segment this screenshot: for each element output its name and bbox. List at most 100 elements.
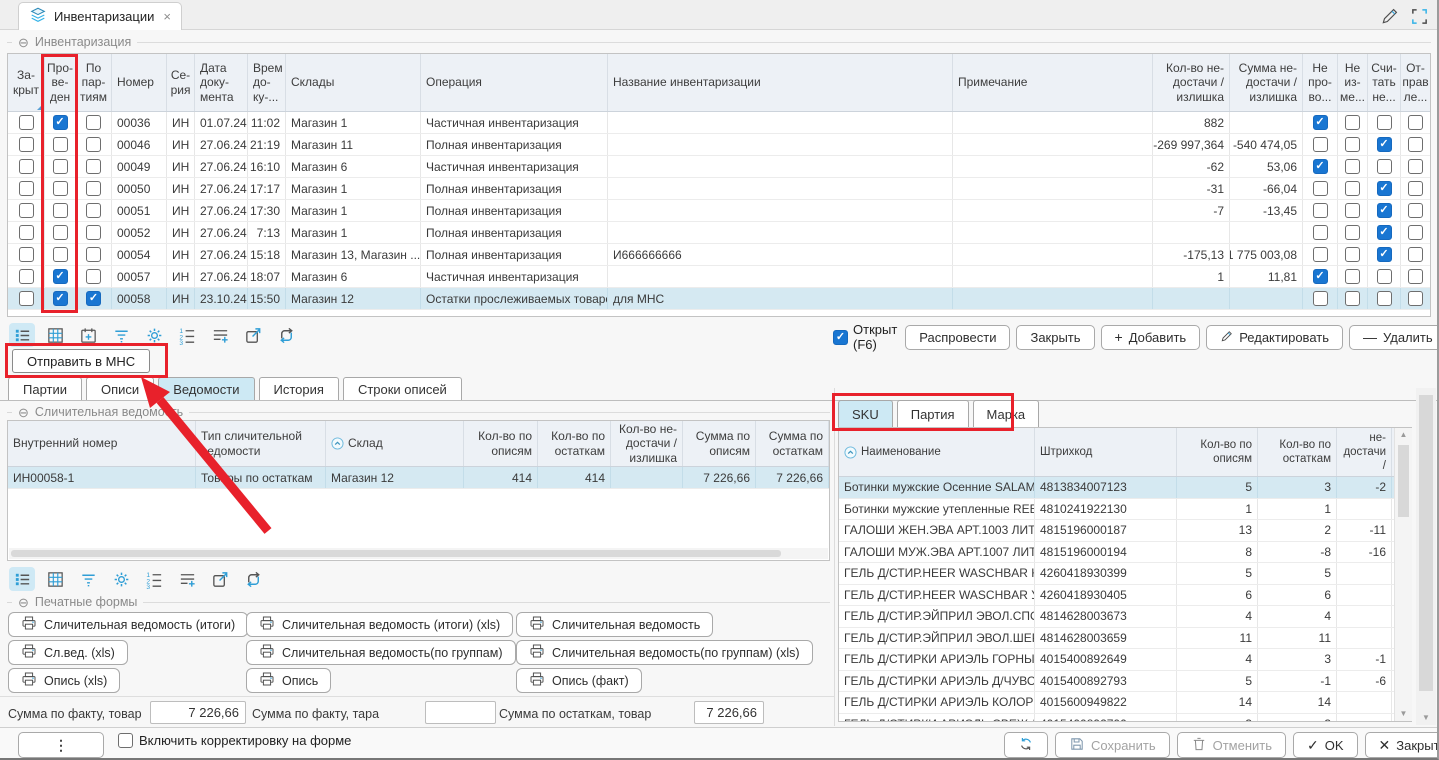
- checkbox[interactable]: [1313, 137, 1328, 152]
- send-to-mns-button[interactable]: Отправить в МНС: [12, 349, 150, 373]
- checkbox[interactable]: [1345, 225, 1360, 240]
- checkbox[interactable]: [53, 159, 68, 174]
- column-header[interactable]: Кол-во по описям: [1177, 428, 1258, 476]
- sku-tab-2[interactable]: Марка: [973, 400, 1040, 427]
- checkbox[interactable]: ✓: [53, 115, 68, 130]
- add-list-icon[interactable]: [207, 323, 233, 347]
- print-button[interactable]: Сл.вед. (xls): [8, 640, 128, 665]
- checkbox[interactable]: ✓: [1377, 225, 1392, 240]
- numbered-list-icon[interactable]: 123: [141, 567, 167, 591]
- checkbox[interactable]: ✓: [1313, 115, 1328, 130]
- checkbox[interactable]: [1345, 115, 1360, 130]
- checkbox[interactable]: ✓: [53, 269, 68, 284]
- scroll-down-icon[interactable]: ▼: [1395, 707, 1412, 721]
- checkbox[interactable]: [1408, 159, 1423, 174]
- balance-goods-input[interactable]: 7 226,66: [694, 701, 764, 724]
- table-row[interactable]: ГЕЛЬ Д/СТИР.HEER WASCHBAR КОЛ...42604189…: [839, 563, 1411, 585]
- column-header[interactable]: Не про- во...: [1303, 54, 1338, 111]
- checkbox[interactable]: [1345, 291, 1360, 306]
- column-header[interactable]: Тип сличительной ведомости: [196, 421, 326, 466]
- table-row[interactable]: ✓✓00058ИН23.10.2415:50Магазин 12Остатки …: [8, 288, 1430, 310]
- detail-tab-4[interactable]: Строки описей: [343, 377, 462, 400]
- table-row[interactable]: ✓00057ИН27.06.2418:07Магазин 6Частичная …: [8, 266, 1430, 288]
- column-header[interactable]: Склады: [286, 54, 421, 111]
- checkbox[interactable]: [86, 115, 101, 130]
- grid-icon[interactable]: [42, 567, 68, 591]
- checkbox[interactable]: ✓: [1377, 203, 1392, 218]
- add-button[interactable]: +Добавить: [1101, 325, 1201, 350]
- checkbox[interactable]: ✓: [53, 291, 68, 306]
- table-row[interactable]: 00049ИН27.06.2416:10Магазин 6Частичная и…: [8, 156, 1430, 178]
- fact-tare-input[interactable]: [425, 701, 496, 724]
- close-document-button[interactable]: Закрыть: [1016, 325, 1094, 350]
- checkbox[interactable]: [1377, 159, 1392, 174]
- checkbox[interactable]: [86, 269, 101, 284]
- checkbox[interactable]: [19, 247, 34, 262]
- tab-close-icon[interactable]: ×: [163, 9, 171, 24]
- checkbox[interactable]: [1313, 225, 1328, 240]
- column-header[interactable]: Кол-во по остаткам: [538, 421, 611, 466]
- checkbox[interactable]: [53, 203, 68, 218]
- grid-icon[interactable]: [42, 323, 68, 347]
- checkbox[interactable]: ✓: [833, 330, 848, 345]
- print-button[interactable]: Сличительная ведомость(по группам) (xls): [516, 640, 813, 665]
- settings-icon[interactable]: [141, 323, 167, 347]
- column-header[interactable]: Кол-во по описям: [464, 421, 538, 466]
- table-row[interactable]: ГАЛОШИ ЖЕН.ЭВА АРТ.1003 ЛИТЕКС4815196000…: [839, 520, 1411, 542]
- checkbox[interactable]: [1377, 115, 1392, 130]
- refresh-icon[interactable]: [273, 323, 299, 347]
- checkbox[interactable]: [1345, 203, 1360, 218]
- settings-icon[interactable]: [108, 567, 134, 591]
- checkbox[interactable]: [1313, 203, 1328, 218]
- column-header[interactable]: За- крыт: [8, 54, 45, 111]
- checkbox[interactable]: [1408, 203, 1423, 218]
- column-header[interactable]: Кол-во не- достачи / излишка: [611, 421, 683, 466]
- table-row[interactable]: ГЕЛЬ Д/СТИРКИ АРИЭЛЬ СВЕЖ.ЛЕН...40154008…: [839, 714, 1411, 723]
- checkbox[interactable]: [1408, 181, 1423, 196]
- print-button[interactable]: Опись (xls): [8, 668, 120, 693]
- checkbox[interactable]: [19, 225, 34, 240]
- table-row[interactable]: ГЕЛЬ Д/СТИРКИ АРИЭЛЬ ГОРНЫЙ Р...40154008…: [839, 649, 1411, 671]
- scroll-down-icon[interactable]: ▼: [1416, 711, 1436, 725]
- more-menu-button[interactable]: ⋮: [18, 732, 104, 758]
- print-button[interactable]: Опись: [246, 668, 331, 693]
- checkbox[interactable]: [1345, 181, 1360, 196]
- column-header[interactable]: Сумма не- достачи / излишка: [1230, 54, 1303, 111]
- checkbox[interactable]: [1408, 115, 1423, 130]
- delete-button[interactable]: —Удалить: [1349, 325, 1439, 350]
- table-row[interactable]: Ботинки мужские Осенние SALAMA...4813834…: [839, 477, 1411, 499]
- refresh-icon[interactable]: [240, 567, 266, 591]
- checkbox[interactable]: [1313, 181, 1328, 196]
- print-button[interactable]: Сличительная ведомость (итоги) (xls): [246, 612, 513, 637]
- checkbox[interactable]: ✓: [1377, 247, 1392, 262]
- panel-vertical-scrollbar[interactable]: ▼: [1416, 388, 1436, 725]
- sku-tab-0[interactable]: SKU: [838, 400, 893, 427]
- save-button[interactable]: Сохранить: [1055, 732, 1170, 758]
- export-icon[interactable]: [207, 567, 233, 591]
- print-button[interactable]: Сличительная ведомость (итоги): [8, 612, 248, 637]
- table-row[interactable]: 00052ИН27.06.247:13Магазин 1Полная инвен…: [8, 222, 1430, 244]
- checkbox[interactable]: [19, 291, 34, 306]
- filter-icon[interactable]: [75, 567, 101, 591]
- open-checkbox[interactable]: ✓ Открыт (F6): [833, 322, 897, 352]
- table-row[interactable]: ИН00058-1Товары по остаткамМагазин 12414…: [8, 467, 829, 489]
- checkbox[interactable]: ✓: [1313, 269, 1328, 284]
- numbered-list-icon[interactable]: 123: [174, 323, 200, 347]
- checkbox[interactable]: [19, 115, 34, 130]
- column-header[interactable]: Штрихкод: [1035, 428, 1177, 476]
- scrollbar-thumb[interactable]: [11, 550, 781, 557]
- checkbox[interactable]: [86, 137, 101, 152]
- refresh-button[interactable]: [1004, 732, 1048, 758]
- checkbox[interactable]: [53, 181, 68, 196]
- print-button[interactable]: Сличительная ведомость: [516, 612, 713, 637]
- column-header[interactable]: Сумма по описям: [683, 421, 756, 466]
- column-header[interactable]: Примечание: [953, 54, 1153, 111]
- checkbox[interactable]: ✓: [1313, 159, 1328, 174]
- adjustment-checkbox[interactable]: Включить корректировку на форме: [118, 733, 351, 748]
- checkbox[interactable]: [1408, 291, 1423, 306]
- table-row[interactable]: 00046ИН27.06.2421:19Магазин 11Полная инв…: [8, 134, 1430, 156]
- column-header[interactable]: Кол-во по остаткам: [1258, 428, 1337, 476]
- edit-pencil-icon[interactable]: [1378, 5, 1400, 27]
- checkbox[interactable]: ✓: [86, 291, 101, 306]
- column-header[interactable]: Кол-во не- достачи / излишка: [1337, 428, 1392, 476]
